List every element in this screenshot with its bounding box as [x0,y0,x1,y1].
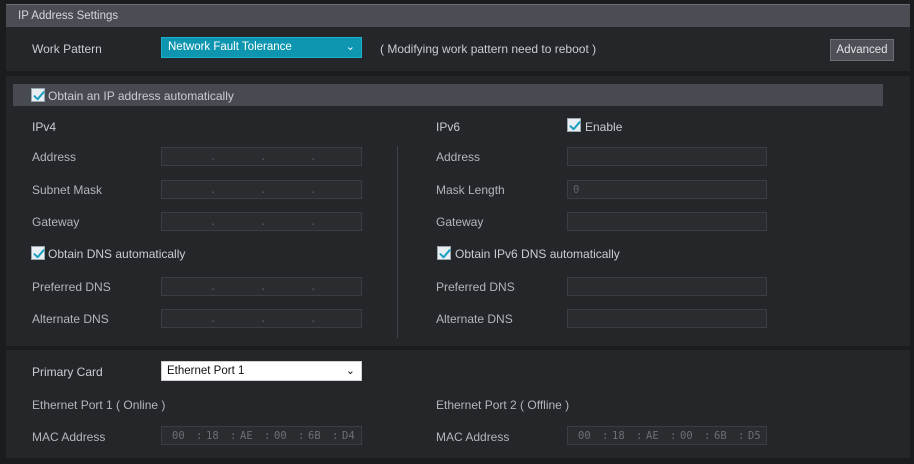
subnet-mask-label: Subnet Mask [32,183,103,197]
port1-mac-label: MAC Address [32,430,106,444]
mask-length-label: Mask Length [436,183,505,197]
obtain-ip-checkbox[interactable] [31,88,45,102]
obtain-ip-label: Obtain an IP address automatically [48,89,234,103]
title-bar: IP Address Settings [6,4,910,27]
work-pattern-value: Network Fault Tolerance [168,41,292,53]
ipv4-gateway-label: Gateway [32,215,80,229]
subnet-mask-input[interactable]: ... [161,180,362,199]
port2-heading: Ethernet Port 2 ( Offline ) [436,398,570,412]
ipv6-gateway-input[interactable] [567,212,767,231]
ipv6-enable-label: Enable [585,120,623,134]
mask-length-value: 0 [573,184,580,196]
work-pattern-label: Work Pattern [32,42,102,56]
mask-length-input[interactable]: 0 [567,180,767,199]
ipv6-dns-auto-label: Obtain IPv6 DNS automatically [455,247,620,261]
ipv6-preferred-dns-input[interactable] [567,277,767,296]
page-title: IP Address Settings [18,10,119,22]
reboot-note: ( Modifying work pattern need to reboot … [380,42,597,56]
port1-heading: Ethernet Port 1 ( Online ) [32,398,166,412]
ipv6-address-input[interactable] [567,147,767,166]
ipv4-alternate-dns-label: Alternate DNS [32,312,109,326]
ipv6-alternate-dns-input[interactable] [567,309,767,328]
ipv6-dns-auto-checkbox[interactable] [437,246,451,260]
advanced-button[interactable]: Advanced [830,39,894,61]
ipv6-alternate-dns-label: Alternate DNS [436,312,513,326]
dns-auto-checkbox[interactable] [31,246,45,260]
primary-card-select[interactable]: Ethernet Port 1 ⌄ [161,361,362,381]
ipv6-preferred-dns-label: Preferred DNS [436,280,515,294]
ipv4-preferred-dns-input[interactable]: ... [161,277,362,296]
ipv4-address-label: Address [32,150,77,164]
ipv6-heading: IPv6 [436,120,461,134]
column-divider [397,146,398,338]
ipv4-gateway-input[interactable]: ... [161,212,362,231]
chevron-down-icon: ⌄ [345,41,355,53]
ipv4-address-input[interactable]: ... [161,147,362,166]
port1-mac-field: 00: 18: AE: 00: 6B: D4 [161,426,362,445]
ipv4-alternate-dns-input[interactable]: ... [161,309,362,328]
ipv4-heading: IPv4 [32,120,57,134]
ipv4-preferred-dns-label: Preferred DNS [32,280,111,294]
primary-card-label: Primary Card [32,365,103,379]
primary-card-value: Ethernet Port 1 [167,365,245,377]
ipv6-enable-checkbox[interactable] [567,118,581,132]
chevron-down-icon: ⌄ [345,365,355,377]
ipv6-address-label: Address [436,150,481,164]
work-pattern-select[interactable]: Network Fault Tolerance ⌄ [161,37,362,58]
port2-mac-label: MAC Address [436,430,510,444]
ip-settings-panel [6,76,910,346]
ipv6-gateway-label: Gateway [436,215,484,229]
port2-mac-field: 00: 18: AE: 00: 6B: D5 [567,426,767,445]
dns-auto-label: Obtain DNS automatically [48,247,186,261]
